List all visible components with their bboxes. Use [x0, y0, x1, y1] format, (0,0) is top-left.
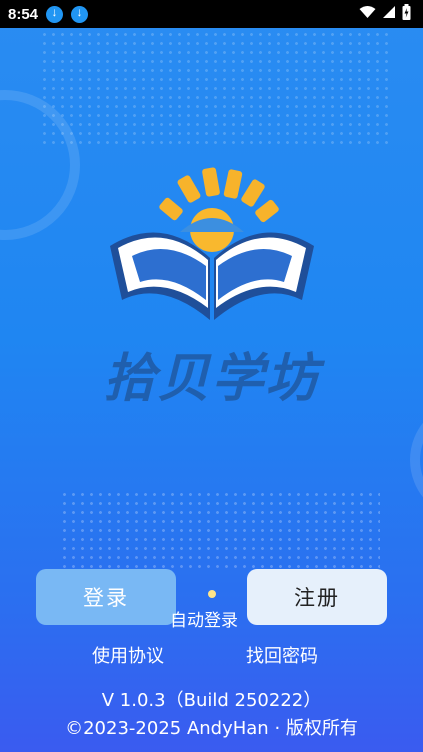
status-icons: [359, 4, 411, 20]
copyright-text: ©2023-2025 AndyHan · 版权所有: [65, 718, 358, 739]
version-text: V 1.0.3（Build 250222）: [101, 690, 322, 711]
auto-login-indicator[interactable]: [208, 590, 216, 598]
signal-icon: [383, 6, 395, 18]
login-screen: 8:54 拾贝学坊 登录 注册 自动登录: [0, 0, 423, 752]
login-button[interactable]: 登录: [36, 569, 176, 625]
status-bar: 8:54: [0, 0, 423, 28]
decorative-dots-top: [40, 30, 390, 150]
download-icon: [46, 5, 64, 23]
brand-title: 拾贝学坊: [103, 349, 320, 409]
download-icon-2: [71, 5, 89, 23]
status-time: 8:54: [8, 5, 39, 23]
register-button[interactable]: 注册: [247, 569, 387, 625]
app-logo-icon: [110, 167, 314, 320]
decorative-ring-right: [410, 400, 423, 520]
battery-icon: [402, 4, 411, 20]
auto-login-toggle[interactable]: 自动登录: [170, 606, 238, 631]
terms-link[interactable]: 使用协议: [92, 642, 164, 668]
forgot-password-link[interactable]: 找回密码: [246, 642, 318, 668]
wifi-icon: [359, 6, 376, 18]
decorative-dots-bottom: [60, 490, 380, 570]
